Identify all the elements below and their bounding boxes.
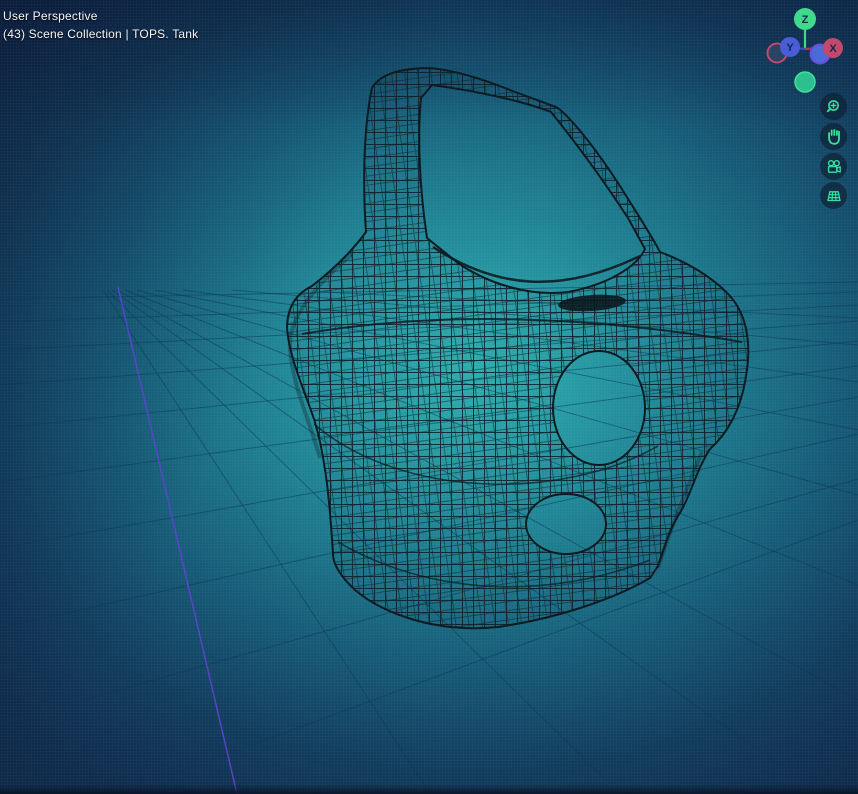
axis-y-label: Y bbox=[786, 42, 794, 54]
axis-x-label: X bbox=[829, 43, 837, 55]
breadcrumb: (43) Scene Collection | TOPS. Tank bbox=[3, 27, 199, 41]
zoom-button[interactable] bbox=[820, 93, 847, 120]
viewport-overlay-text: User Perspective (43) Scene Collection |… bbox=[3, 7, 198, 43]
magnifier-plus-icon bbox=[826, 99, 839, 112]
axis-z-negative-ball[interactable] bbox=[794, 71, 816, 93]
grid-icon bbox=[826, 190, 841, 201]
navigation-gizmo[interactable]: Z Y X bbox=[759, 3, 851, 95]
scene-canvas bbox=[0, 67, 858, 794]
hand-icon bbox=[827, 128, 840, 145]
camera-view-button[interactable] bbox=[820, 153, 847, 180]
axis-z-label: Z bbox=[802, 14, 809, 26]
wireframe-model[interactable] bbox=[286, 67, 750, 630]
view-name-label: User Perspective bbox=[3, 9, 98, 23]
pan-button[interactable] bbox=[820, 123, 847, 150]
grid-toggle-button[interactable] bbox=[820, 182, 847, 209]
y-axis-line bbox=[117, 286, 238, 794]
mesh-front-layer bbox=[286, 67, 750, 630]
camera-icon bbox=[827, 159, 841, 173]
blender-3d-viewport[interactable]: User Perspective (43) Scene Collection |… bbox=[0, 0, 858, 794]
